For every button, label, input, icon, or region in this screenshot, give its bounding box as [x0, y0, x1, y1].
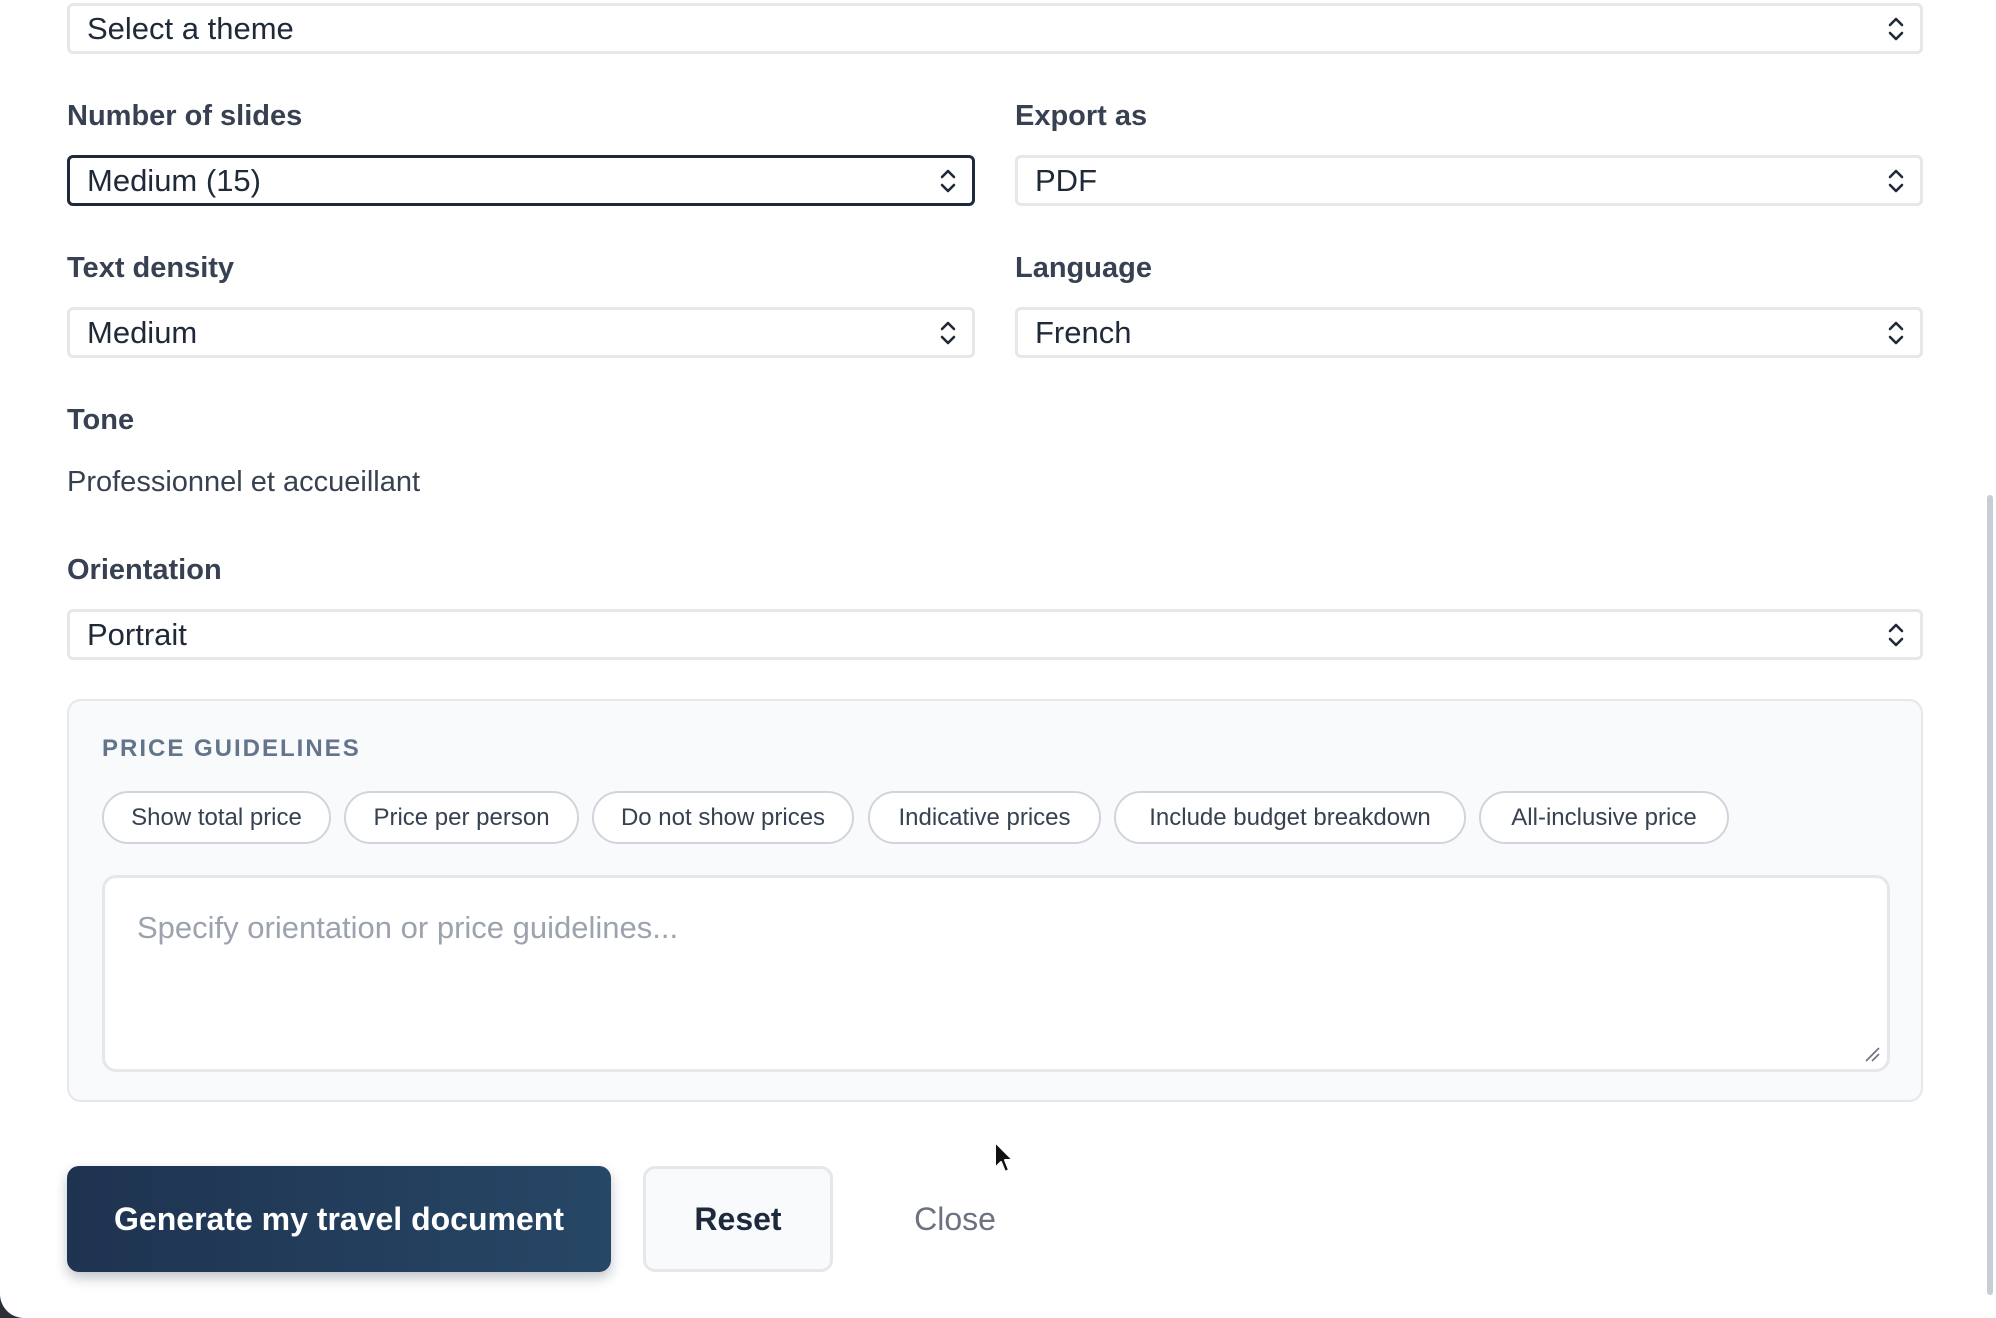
orientation-label: Orientation [67, 554, 222, 586]
export-select[interactable]: PDF [1015, 155, 1923, 206]
language-label: Language [1015, 252, 1152, 284]
chip-indicative-prices[interactable]: Indicative prices [868, 791, 1101, 844]
language-select[interactable]: French [1015, 307, 1923, 358]
updown-chevron-icon [940, 169, 956, 193]
generate-document-button[interactable]: Generate my travel document [67, 1166, 611, 1272]
chip-all-inclusive-price[interactable]: All-inclusive price [1479, 791, 1729, 844]
resize-handle-icon[interactable] [1863, 1045, 1881, 1063]
price-guidelines-textarea[interactable]: Specify orientation or price guidelines.… [102, 875, 1890, 1072]
updown-chevron-icon [1888, 321, 1904, 345]
export-label: Export as [1015, 100, 1148, 132]
tone-label: Tone [67, 404, 135, 436]
orientation-select-value: Portrait [87, 617, 187, 652]
density-select-value: Medium [87, 315, 198, 350]
scrollbar-thumb[interactable] [1987, 495, 1993, 1295]
slides-label: Number of slides [67, 100, 303, 132]
chip-show-total-price[interactable]: Show total price [102, 791, 331, 844]
reset-button[interactable]: Reset [643, 1166, 833, 1272]
chip-include-budget-breakdown[interactable]: Include budget breakdown [1114, 791, 1466, 844]
settings-panel: Select a theme Number of slides Medium (… [0, 0, 1996, 1318]
scrollbar-track[interactable] [1984, 0, 1996, 1318]
slides-select-value: Medium (15) [87, 163, 261, 198]
language-select-value: French [1035, 315, 1132, 350]
density-select[interactable]: Medium [67, 307, 975, 358]
updown-chevron-icon [1888, 17, 1904, 41]
chip-do-not-show-prices[interactable]: Do not show prices [592, 791, 854, 844]
price-guidelines-panel: PRICE GUIDELINES Show total price Price … [67, 699, 1923, 1102]
density-label: Text density [67, 252, 235, 284]
theme-select[interactable]: Select a theme [67, 3, 1923, 54]
tone-value: Professionnel et accueillant [67, 466, 421, 498]
textarea-placeholder: Specify orientation or price guidelines.… [137, 910, 679, 945]
chip-price-per-person[interactable]: Price per person [344, 791, 579, 844]
price-guidelines-title: PRICE GUIDELINES [102, 735, 361, 762]
orientation-select[interactable]: Portrait [67, 609, 1923, 660]
updown-chevron-icon [940, 321, 956, 345]
export-select-value: PDF [1035, 163, 1097, 198]
theme-select-value: Select a theme [87, 11, 294, 46]
updown-chevron-icon [1888, 623, 1904, 647]
updown-chevron-icon [1888, 169, 1904, 193]
mouse-cursor-icon [994, 1141, 1014, 1173]
close-button[interactable]: Close [880, 1166, 1030, 1272]
slides-select[interactable]: Medium (15) [67, 155, 975, 206]
